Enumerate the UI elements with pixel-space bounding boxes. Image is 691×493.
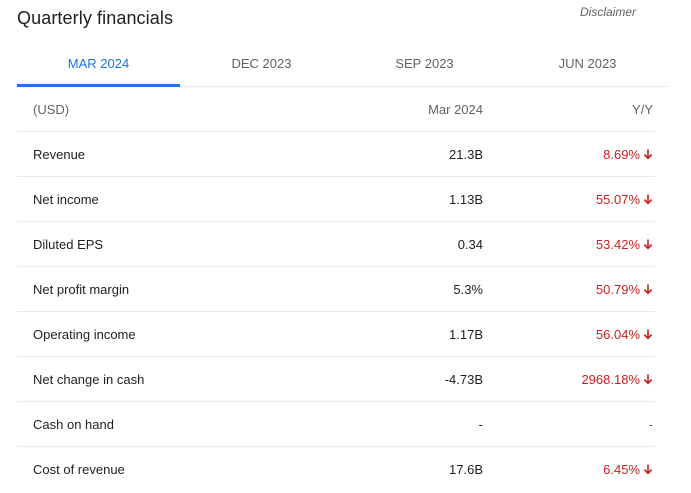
metric-yoy-change: 56.04% <box>483 327 655 342</box>
financials-table: (USD) Mar 2024 Y/Y Revenue 21.3B 8.69% Net … <box>17 87 655 491</box>
metric-value: 21.3B <box>449 146 483 162</box>
metric-yoy-change-value: 2968.18% <box>581 371 640 387</box>
metric-value: - <box>478 416 483 432</box>
metric-value: 1.13B <box>449 191 483 207</box>
metric-yoy-change: 6.45% <box>483 462 655 477</box>
metric-value: -4.73B <box>444 371 483 387</box>
disclaimer-link[interactable]: Disclaimer <box>580 5 636 19</box>
metric-yoy-change: - <box>483 417 655 432</box>
table-row: Cash on hand - - <box>17 402 655 447</box>
table-row: Net income 1.13B 55.07% <box>17 177 655 222</box>
arrow-down-icon <box>643 464 653 474</box>
metric-yoy-change-value: 8.69% <box>603 146 640 162</box>
column-header-yoy: Y/Y <box>483 102 655 117</box>
metric-yoy-change: 50.79% <box>483 282 655 297</box>
metric-label: Net profit margin <box>33 281 130 297</box>
metric-value: 17.6B <box>449 461 483 477</box>
quarter-tabs: MAR 2024 DEC 2023 SEP 2023 JUN 2023 <box>17 40 669 87</box>
metric-yoy-change-value: 53.42% <box>595 236 640 252</box>
table-body: Revenue 21.3B 8.69% Net income 1.13B 55.07% Di… <box>17 132 655 491</box>
arrow-down-icon <box>643 239 653 249</box>
metric-label: Net change in cash <box>33 371 145 387</box>
table-row: Net profit margin 5.3% 50.79% <box>17 267 655 312</box>
column-header-yoy-label: Y/Y <box>632 101 653 117</box>
table-header-row: (USD) Mar 2024 Y/Y <box>17 87 655 132</box>
table-row: Revenue 21.3B 8.69% <box>17 132 655 177</box>
tab-dec-2023[interactable]: DEC 2023 <box>180 40 343 86</box>
tab-jun-2023[interactable]: JUN 2023 <box>506 40 669 86</box>
column-header-currency: (USD) <box>33 101 70 117</box>
metric-yoy-change-value: 6.45% <box>603 461 640 477</box>
metric-yoy-change-value: 55.07% <box>595 191 640 207</box>
metric-yoy-change: 8.69% <box>483 147 655 162</box>
metric-yoy-change-value: - <box>648 416 653 432</box>
arrow-down-icon <box>643 149 653 159</box>
column-header-period: Mar 2024 <box>428 101 483 117</box>
table-row: Net change in cash -4.73B 2968.18% <box>17 357 655 402</box>
metric-yoy-change: 55.07% <box>483 192 655 207</box>
metric-label: Operating income <box>33 326 136 342</box>
metric-yoy-change: 2968.18% <box>483 372 655 387</box>
metric-label: Net income <box>33 191 99 207</box>
arrow-down-icon <box>643 284 653 294</box>
metric-yoy-change-value: 50.79% <box>595 281 640 297</box>
page-title: Quarterly financials <box>17 8 174 28</box>
metric-label: Cost of revenue <box>33 461 125 477</box>
arrow-down-icon <box>643 329 653 339</box>
metric-value: 5.3% <box>453 281 483 297</box>
metric-label: Diluted EPS <box>33 236 104 252</box>
arrow-down-icon <box>643 194 653 204</box>
tab-sep-2023[interactable]: SEP 2023 <box>343 40 506 86</box>
table-row: Diluted EPS 0.34 53.42% <box>17 222 655 267</box>
metric-label: Revenue <box>33 146 86 162</box>
metric-value: 1.17B <box>449 326 483 342</box>
metric-yoy-change-value: 56.04% <box>595 326 640 342</box>
arrow-down-icon <box>643 374 653 384</box>
metric-yoy-change: 53.42% <box>483 237 655 252</box>
metric-label: Cash on hand <box>33 416 114 432</box>
table-row: Cost of revenue 17.6B 6.45% <box>17 447 655 491</box>
tab-mar-2024[interactable]: MAR 2024 <box>17 40 180 87</box>
table-row: Operating income 1.17B 56.04% <box>17 312 655 357</box>
metric-value: 0.34 <box>457 236 483 252</box>
